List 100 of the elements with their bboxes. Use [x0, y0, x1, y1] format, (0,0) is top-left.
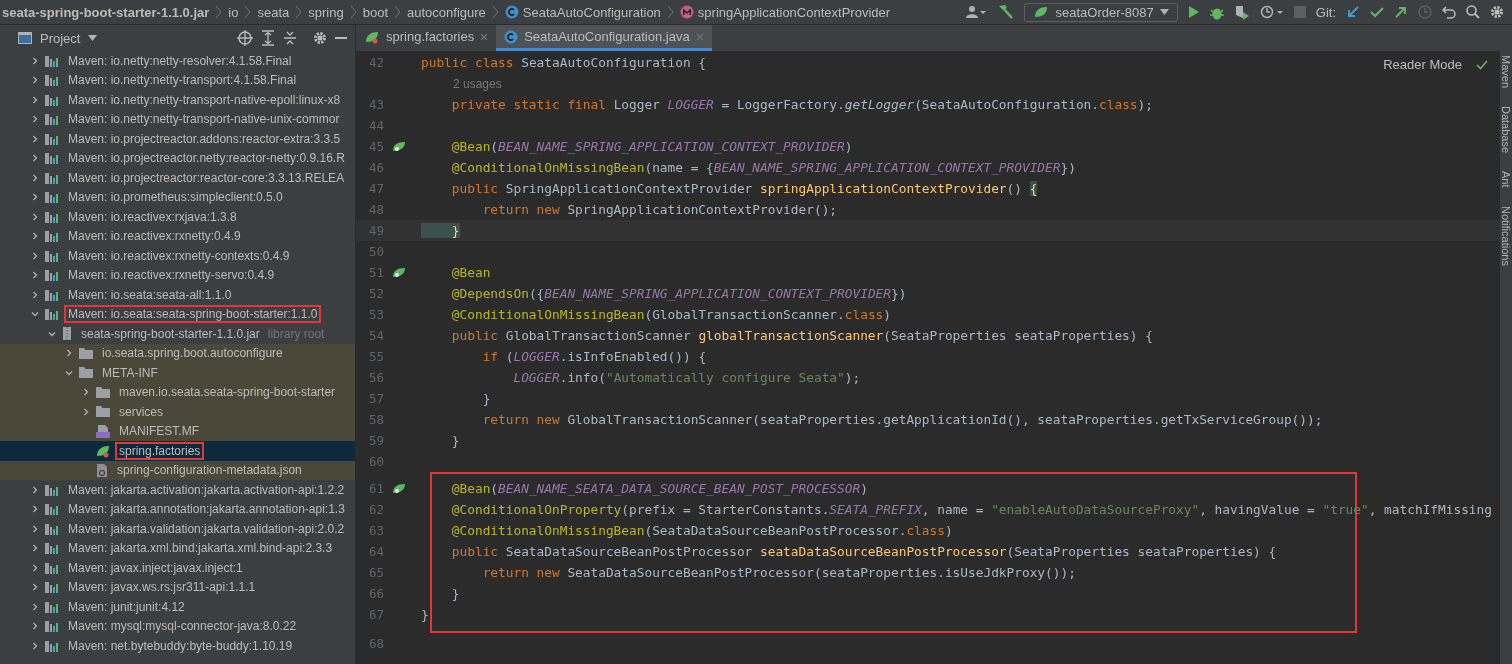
profiler-icon[interactable] [1259, 4, 1284, 20]
chevron-right-icon[interactable] [30, 192, 40, 203]
chevron-right-icon[interactable] [30, 543, 40, 554]
tree-item[interactable]: Maven: io.netty:netty-transport:4.1.58.Final [0, 70, 355, 90]
settings-icon[interactable] [1490, 5, 1504, 19]
tree-item[interactable]: Maven: io.netty:netty-transport-native-unix-commor [0, 109, 355, 129]
minimize-icon[interactable] [335, 36, 347, 40]
chevron-right-icon[interactable] [30, 133, 40, 144]
tree-item[interactable]: Maven: javax.inject:javax.inject:1 [0, 558, 355, 578]
tree-item[interactable]: seata-spring-boot-starter-1.1.0.jar library root [0, 324, 355, 344]
chevron-right-icon[interactable] [30, 523, 40, 534]
chevron-right-icon[interactable] [30, 94, 40, 105]
chevron-right-icon[interactable] [30, 231, 40, 242]
tree-item[interactable]: Maven: io.reactivex:rxnetty:0.4.9 [0, 226, 355, 246]
settings-icon[interactable] [313, 31, 327, 45]
tree-item[interactable]: Maven: jakarta.activation:jakarta.activation-api:1.2.2 [0, 480, 355, 500]
chevron-right-icon[interactable] [81, 406, 91, 417]
breadcrumb-item[interactable]: seata [255, 4, 292, 20]
chevron-right-icon[interactable] [30, 172, 40, 183]
tree-item[interactable]: spring-configuration-metadata.json [0, 460, 355, 480]
chevron-right-icon[interactable] [30, 114, 40, 125]
run-icon[interactable] [1187, 5, 1200, 19]
chevron-right-icon[interactable] [30, 484, 40, 495]
tree-item[interactable]: Maven: io.projectreactor.addons:reactor-extra:3.3.5 [0, 129, 355, 149]
tree-item[interactable]: Maven: jakarta.annotation:jakarta.annotation-api:1.3 [0, 499, 355, 519]
line-number: 44 [367, 118, 385, 133]
tree-item[interactable]: MANIFEST.MF [0, 421, 355, 441]
chevron-right-icon[interactable] [30, 601, 40, 612]
bean-gutter-icon[interactable] [392, 266, 406, 279]
bean-gutter-icon[interactable] [392, 140, 406, 153]
chevron-right-icon[interactable] [30, 582, 40, 593]
tree-item[interactable]: Maven: net.bytebuddy:byte-buddy:1.10.19 [0, 636, 355, 656]
arrow-up-right-icon[interactable] [1394, 5, 1408, 19]
run-configuration-dropdown[interactable]: seataOrder-8087 [1024, 2, 1178, 22]
close-icon[interactable] [480, 32, 489, 41]
code-line: return new SpringApplicationContextProvider(); [481, 202, 838, 217]
tree-item[interactable]: services [0, 402, 355, 422]
chevron-right-icon[interactable] [30, 270, 40, 281]
tree-item[interactable]: Maven: io.netty:netty-transport-native-epoll:linux-x8 [0, 90, 355, 110]
chevron-right-icon[interactable] [81, 387, 91, 398]
breadcrumb-item[interactable]: SeataAutoConfiguration [502, 4, 663, 20]
tree-item[interactable]: Maven: io.seata:seata-spring-boot-starter:1.1.0 [0, 304, 355, 324]
chevron-right-icon[interactable] [30, 640, 40, 651]
breadcrumb-item[interactable]: io [226, 4, 241, 20]
tree-item[interactable]: Maven: io.reactivex:rxjava:1.3.8 [0, 207, 355, 227]
chevron-right-icon[interactable] [30, 562, 40, 573]
tree-item[interactable]: Maven: io.reactivex:rxnetty-contexts:0.4.9 [0, 246, 355, 266]
tool-window-label[interactable]: Database [1500, 106, 1512, 154]
tree-item[interactable]: spring.factories [0, 441, 355, 461]
breadcrumb-item[interactable]: boot [360, 4, 390, 20]
user-icon[interactable] [966, 5, 987, 19]
tree-item-label: Maven: io.netty:netty-transport:4.1.58.Final [67, 72, 298, 90]
expand-all-icon[interactable] [261, 30, 275, 46]
tree-item[interactable]: io.seata.spring.boot.autoconfigure [0, 343, 355, 363]
crosshair-icon[interactable] [237, 30, 253, 46]
search-icon[interactable] [1466, 5, 1480, 19]
tree-item[interactable]: Maven: io.prometheus:simpleclient:0.5.0 [0, 187, 355, 207]
caret-icon[interactable] [88, 35, 98, 41]
checkmark-icon[interactable] [1370, 6, 1384, 18]
tree-item[interactable]: Maven: junit:junit:4.12 [0, 597, 355, 617]
usages-hint[interactable]: 2 usages [453, 76, 502, 91]
chevron-right-icon[interactable] [30, 621, 40, 632]
tree-item[interactable]: META-INF [0, 363, 355, 383]
tree-item[interactable]: Maven: jakarta.validation:jakarta.validation-api:2.0.2 [0, 519, 355, 539]
tree-item[interactable]: Maven: mysql:mysql-connector-java:8.0.22 [0, 616, 355, 636]
undo-icon[interactable] [1442, 5, 1456, 19]
bean-gutter-icon[interactable] [392, 482, 406, 495]
chevron-right-icon[interactable] [30, 153, 40, 164]
tree-item[interactable]: maven.io.seata.seata-spring-boot-starter [0, 382, 355, 402]
tree-item[interactable]: Maven: io.reactivex:rxnetty-servo:0.4.9 [0, 265, 355, 285]
tree-item[interactable]: Maven: io.projectreactor.netty:reactor-netty:0.9.16.R [0, 148, 355, 168]
breadcrumb-item[interactable]: springApplicationContextProvider [677, 4, 893, 20]
breadcrumb-item[interactable]: seata-spring-boot-starter-1.1.0.jar [0, 4, 212, 20]
breadcrumb-separator-icon [491, 6, 499, 18]
editor-tab[interactable]: spring.factories [356, 25, 497, 51]
tool-window-label[interactable]: Ant [1500, 171, 1512, 188]
reader-mode-toggle[interactable]: Reader Mode [1383, 57, 1462, 72]
tree-item[interactable]: Maven: io.seata:seata-all:1.1.0 [0, 285, 355, 305]
arrow-down-left-icon[interactable] [1346, 5, 1360, 19]
tool-window-label[interactable]: Maven [1500, 55, 1512, 89]
code-line: return new GlobalTransactionScanner(seataProperties.getApplicationId(), seataProperties.getTxServiceGroup()); [481, 412, 1323, 427]
chevron-right-icon[interactable] [30, 211, 40, 222]
coverage-icon[interactable] [1233, 4, 1250, 20]
tree-item[interactable]: Maven: io.netty:netty-resolver:4.1.58.Final [0, 51, 355, 71]
tree-item[interactable]: Maven: io.projectreactor:reactor-core:3.3.13.RELEA [0, 168, 355, 188]
chevron-right-icon[interactable] [30, 250, 40, 261]
tree-item[interactable]: Maven: javax.ws.rs:jsr311-api:1.1.1 [0, 577, 355, 597]
tree-item-label: Maven: io.reactivex:rxjava:1.3.8 [67, 208, 238, 226]
chevron-right-icon[interactable] [64, 348, 74, 359]
collapse-all-icon[interactable] [283, 30, 297, 46]
breadcrumb-item[interactable]: spring [306, 4, 346, 20]
tool-window-label[interactable]: Notifications [1500, 205, 1512, 266]
chevron-right-icon[interactable] [30, 289, 40, 300]
chevron-right-icon[interactable] [30, 55, 40, 66]
breadcrumb-item[interactable]: autoconfigure [405, 4, 488, 20]
tree-item[interactable]: Maven: jakarta.xml.bind:jakarta.xml.bind-api:2.3.3 [0, 538, 355, 558]
editor-tab[interactable]: SeataAutoConfiguration.java [496, 25, 712, 51]
panel-title[interactable]: Project [40, 30, 81, 46]
chevron-right-icon[interactable] [30, 75, 40, 86]
chevron-right-icon[interactable] [30, 504, 40, 515]
